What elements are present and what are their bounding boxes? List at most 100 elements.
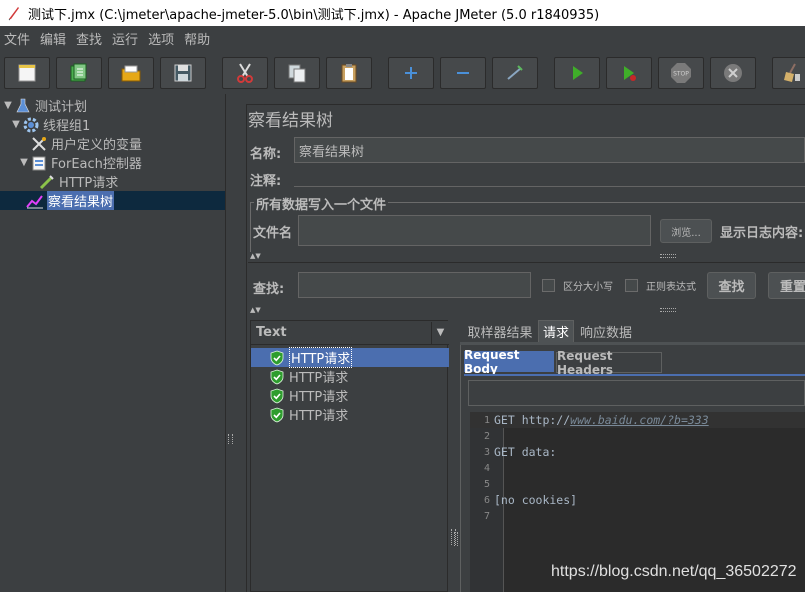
paste-button[interactable] <box>326 57 372 89</box>
templates-icon <box>70 63 87 82</box>
start-button[interactable] <box>554 57 600 89</box>
expand-toggle-icon[interactable]: ▼ <box>2 100 14 111</box>
find-button[interactable]: 查找 <box>707 272 756 299</box>
sample-row[interactable]: HTTP请求 <box>251 386 449 405</box>
results-list-panel: Text ▼ HTTP请求 HTTP请求 HTTP请求 HTTP请求 <box>250 320 449 592</box>
open-button[interactable] <box>108 57 154 89</box>
search-label: 查找: <box>253 282 285 297</box>
search-input[interactable] <box>298 272 531 298</box>
menu-file[interactable]: 文件 <box>0 29 36 48</box>
title-bar: 测试下.jmx (C:\jmeter\apache-jmeter-5.0\bin… <box>0 0 805 26</box>
regex-checkbox[interactable]: 正则表达式 <box>625 278 696 293</box>
tree-item-user-variables[interactable]: 用户定义的变量 <box>30 134 142 153</box>
sample-label: HTTP请求 <box>289 347 353 368</box>
sample-label: HTTP请求 <box>289 371 349 386</box>
renderer-select[interactable]: Text ▼ <box>251 321 449 345</box>
browse-button[interactable]: 浏览... <box>660 219 712 243</box>
expand-toggle-icon[interactable]: ▼ <box>10 119 22 130</box>
svg-text:STOP: STOP <box>673 71 689 78</box>
save-button[interactable] <box>160 57 206 89</box>
templates-button[interactable] <box>56 57 102 89</box>
tree-item-label: 察看结果树 <box>47 191 115 210</box>
subtab-request-body[interactable]: Request Body <box>464 348 554 376</box>
checkbox-box[interactable] <box>542 279 555 292</box>
file-section-title: 所有数据写入一个文件 <box>254 194 389 213</box>
start-no-pauses-button[interactable] <box>606 57 652 89</box>
name-label: 名称: <box>250 147 282 162</box>
renderer-value: Text <box>256 325 287 340</box>
toolbar: STOP <box>0 50 805 94</box>
splitter-grip[interactable] <box>660 254 676 258</box>
reset-button[interactable]: 重置 <box>768 272 805 299</box>
minus-icon <box>457 72 469 74</box>
tree-item-test-plan[interactable]: ▼ 测试计划 <box>2 96 87 115</box>
divider <box>248 262 805 263</box>
cut-icon <box>237 63 253 83</box>
splitter-grip[interactable] <box>660 308 676 312</box>
filename-input[interactable] <box>298 215 651 246</box>
collapse-arrows-icon[interactable]: ▲▼ <box>250 253 272 260</box>
paste-icon <box>341 64 357 83</box>
request-url[interactable]: www.baidu.com/?b=333 <box>570 413 708 427</box>
case-sensitive-checkbox[interactable]: 区分大小写 <box>542 278 613 293</box>
collapse-arrows-icon[interactable]: ▲▼ <box>250 307 272 314</box>
cut-button[interactable] <box>222 57 268 89</box>
tree-item-thread-group[interactable]: ▼ 线程组1 <box>10 115 90 134</box>
expand-toggle-icon[interactable]: ▼ <box>18 157 30 168</box>
sample-row[interactable]: HTTP请求 <box>251 347 449 368</box>
line-text: GET data: <box>494 445 557 459</box>
view-results-tree-panel: 察看结果树 名称: 察看结果树 注释: 所有数据写入一个文件 文件名 浏览...… <box>236 94 805 592</box>
line-number: 5 <box>483 478 490 490</box>
line-number: 1 <box>483 414 490 426</box>
code-line: 7 <box>470 508 805 524</box>
splitter-grip[interactable] <box>454 532 458 546</box>
tree-item-foreach-controller[interactable]: ▼ ForEach控制器 <box>18 153 142 172</box>
checkbox-box[interactable] <box>625 279 638 292</box>
subtab-request-headers[interactable]: Request Headers <box>556 349 662 377</box>
tree-item-label: 线程组1 <box>43 119 91 134</box>
subtab-underline <box>464 374 805 376</box>
expand-button[interactable] <box>388 57 434 89</box>
tree-item-view-results-tree[interactable]: 察看结果树 <box>0 191 225 210</box>
tree-item-http-request[interactable]: HTTP请求 <box>38 172 118 191</box>
menu-run[interactable]: 运行 <box>108 29 144 48</box>
name-field[interactable]: 察看结果树 <box>294 137 805 163</box>
code-line: 6 [no cookies] <box>470 492 805 508</box>
wrench-icon <box>30 135 48 153</box>
sample-row[interactable]: HTTP请求 <box>251 367 449 386</box>
code-line: 4 <box>470 460 805 476</box>
case-sensitive-label: 区分大小写 <box>563 282 613 293</box>
menu-edit[interactable]: 编辑 <box>36 29 72 48</box>
play-icon <box>573 66 583 80</box>
plus-icon <box>405 67 417 79</box>
line-number: 6 <box>483 494 490 506</box>
collapse-button[interactable] <box>440 57 486 89</box>
toggle-button[interactable] <box>492 57 538 89</box>
menu-search[interactable]: 查找 <box>72 29 108 48</box>
tab-sampler-result[interactable]: 取样器结果 <box>462 320 538 342</box>
tab-request[interactable]: 请求 <box>538 320 574 342</box>
code-line: 3 GET data: <box>470 444 805 460</box>
wand-icon <box>507 65 523 80</box>
tab-response-data[interactable]: 响应数据 <box>576 320 636 342</box>
panel-splitter[interactable] <box>226 94 236 592</box>
new-button[interactable] <box>4 57 50 89</box>
clear-button[interactable] <box>772 57 805 89</box>
sample-row[interactable]: HTTP请求 <box>251 405 449 424</box>
test-plan-icon <box>14 97 32 115</box>
stop-button[interactable]: STOP <box>658 57 704 89</box>
new-icon <box>18 64 36 82</box>
splitter-grip[interactable] <box>228 434 233 444</box>
code-line: 5 <box>470 476 805 492</box>
open-icon <box>121 65 141 82</box>
log-display-label: 显示日志内容: <box>720 226 804 241</box>
filename-label: 文件名 <box>253 226 293 241</box>
shutdown-button[interactable] <box>710 57 756 89</box>
chevron-down-icon[interactable]: ▼ <box>431 321 449 344</box>
name-field-value: 察看结果树 <box>299 144 365 160</box>
menu-options[interactable]: 选项 <box>144 29 180 48</box>
copy-button[interactable] <box>274 57 320 89</box>
search-bar[interactable] <box>468 380 805 406</box>
comment-field[interactable] <box>294 167 805 187</box>
menu-help[interactable]: 帮助 <box>180 29 216 48</box>
